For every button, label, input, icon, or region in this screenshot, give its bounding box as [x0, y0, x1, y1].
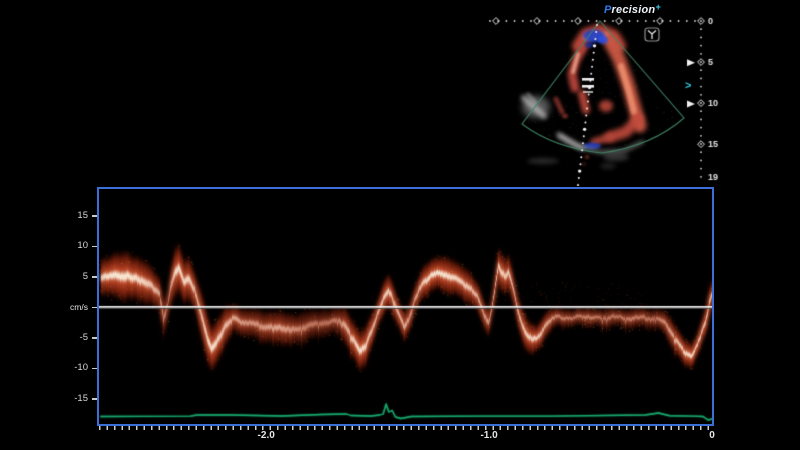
velocity-tick-dash — [92, 337, 97, 339]
velocity-tick-dash — [92, 276, 97, 278]
velocity-tick-label: -5 — [0, 332, 88, 344]
echo-2d-view: Precision+ — [488, 4, 734, 186]
velocity-tick-dash — [92, 307, 97, 309]
time-tick-marks — [99, 426, 713, 430]
velocity-tick-label: 5 — [0, 271, 88, 283]
velocity-tick-dash — [92, 246, 97, 248]
precision-mode-label: Precision+ — [604, 2, 661, 16]
precision-label-body: recision — [612, 4, 656, 16]
velocity-tick-label: 10 — [0, 240, 88, 252]
velocity-tick-dash — [92, 215, 97, 217]
velocity-tick-label: 15 — [0, 210, 88, 222]
velocity-tick-dash — [92, 368, 97, 370]
velocity-tick-label: -15 — [0, 393, 88, 405]
time-tick-label: -1.0 — [480, 430, 497, 441]
spectral-plot-frame — [97, 187, 714, 426]
precision-label-plus: + — [655, 2, 660, 12]
velocity-tick-label: -10 — [0, 362, 88, 374]
echo-2d-canvas[interactable] — [488, 4, 734, 186]
ultrasound-screen: Precision+ 15 10 5 cm/s -5 -10 -15 -2.0 -1.0 0 — [0, 0, 800, 450]
velocity-unit-label: cm/s — [0, 301, 88, 313]
spectral-doppler-canvas[interactable] — [99, 189, 712, 424]
time-tick-label: -2.0 — [258, 430, 275, 441]
precision-label-initial: P — [604, 4, 612, 16]
time-tick-label: 0 — [709, 430, 715, 441]
velocity-tick-dash — [92, 398, 97, 400]
